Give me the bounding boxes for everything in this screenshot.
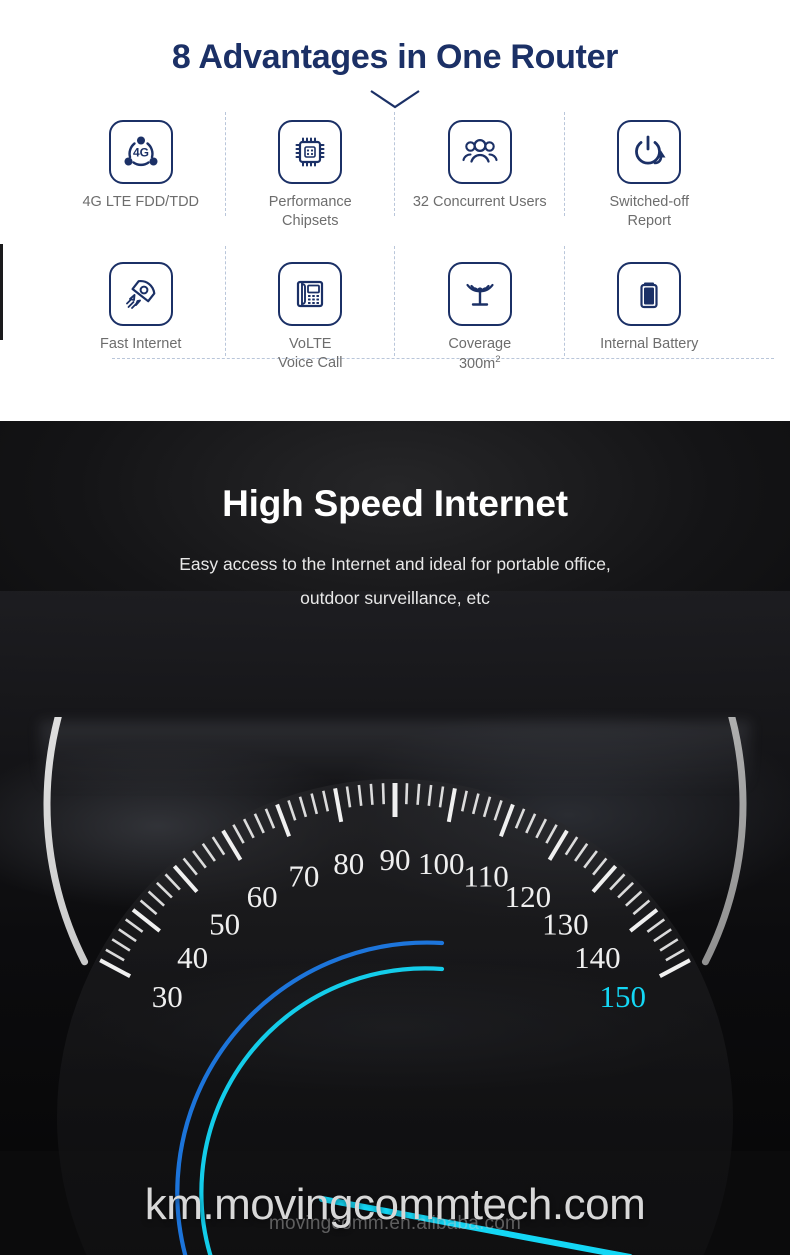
feature-label: Fast Internet <box>100 336 182 352</box>
gauge-tick-label: 90 <box>380 842 411 877</box>
watermark-secondary: movingcomm.en.alibaba.com <box>268 1213 522 1234</box>
feature-item-4g-lte[interactable]: 4G 4G LTE FDD/TDD <box>56 112 226 242</box>
gauge-tick-label: 150 <box>600 979 647 1014</box>
svg-text:4G: 4G <box>133 146 149 160</box>
feature-item-fast-internet[interactable]: Fast Internet <box>56 246 226 396</box>
feature-item-volte[interactable]: VoLTE Voice Call <box>226 246 396 396</box>
gauge-tick-label: 140 <box>574 940 621 975</box>
features-row-2: Fast Internet VoLTE Voice Call Coverage … <box>56 246 735 396</box>
desk-phone-icon <box>278 262 343 326</box>
speedometer-gauge: 30 40 50 60 70 80 90 100 110 120 130 140 150 <box>22 717 768 1255</box>
feature-label: VoLTE Voice Call <box>278 336 343 371</box>
hero-subtitle-line1: Easy access to the Internet and ideal fo… <box>179 554 611 574</box>
feature-label: Performance Chipsets <box>268 194 352 229</box>
gauge-tick-label: 70 <box>288 859 319 894</box>
gauge-tick-label: 130 <box>542 906 589 941</box>
feature-label: 32 Concurrent Users <box>412 194 547 210</box>
feature-item-internal-battery[interactable]: Internal Battery <box>565 260 735 396</box>
left-edge-artifact <box>0 244 3 340</box>
gauge-tick-label: 40 <box>177 940 208 975</box>
feature-item-concurrent-users[interactable]: 32 Concurrent Users <box>395 112 565 242</box>
page-title: 8 Advantages in One Router <box>171 38 619 76</box>
users-group-icon <box>447 120 512 184</box>
gauge-tick-label: 100 <box>418 846 465 881</box>
battery-icon <box>617 262 682 326</box>
gauge-tick-label: 110 <box>463 859 508 894</box>
hero-title: High Speed Internet <box>222 483 568 524</box>
feature-item-coverage[interactable]: Coverage 300m2 <box>395 246 565 396</box>
features-section: 8 Advantages in One Router 4G 4G LTE FDD… <box>0 0 790 421</box>
gauge-tick-label: 30 <box>152 979 183 1014</box>
feature-label: Internal Battery <box>600 336 699 352</box>
feature-item-switched-off-report[interactable]: Switched-off Report <box>565 118 735 242</box>
hero-subtitle: Easy access to the Internet and ideal fo… <box>0 547 790 615</box>
feature-label: Coverage 300m2 <box>448 335 511 373</box>
hero-section: High Speed Internet Easy access to the I… <box>0 421 790 1255</box>
feature-item-chipsets[interactable]: Performance Chipsets <box>226 112 396 242</box>
gauge-tick-label: 60 <box>247 879 278 914</box>
coverage-label-line2: 300m <box>458 355 496 372</box>
features-row-1: 4G 4G LTE FDD/TDD Performance Chipsets 3… <box>56 112 735 242</box>
feature-label: 4G LTE FDD/TDD <box>82 194 200 210</box>
rocket-icon <box>108 262 173 326</box>
cpu-chipset-icon <box>278 120 343 184</box>
features-grid: 4G 4G LTE FDD/TDD Performance Chipsets 3… <box>56 112 774 396</box>
product-page: 8 Advantages in One Router 4G 4G LTE FDD… <box>0 0 790 1255</box>
coverage-antenna-icon <box>447 262 512 326</box>
power-report-icon <box>617 120 682 184</box>
chevron-down-icon <box>0 88 790 110</box>
coverage-label-line1: Coverage <box>448 336 512 352</box>
gauge-tick-label: 80 <box>333 846 364 881</box>
gauge-tick-label: 50 <box>209 906 240 941</box>
coverage-superscript: 2 <box>495 353 501 365</box>
hero-subtitle-line2: outdoor surveillance, etc <box>300 588 490 609</box>
feature-label: Switched-off Report <box>609 194 690 229</box>
4g-network-icon: 4G <box>108 120 173 184</box>
